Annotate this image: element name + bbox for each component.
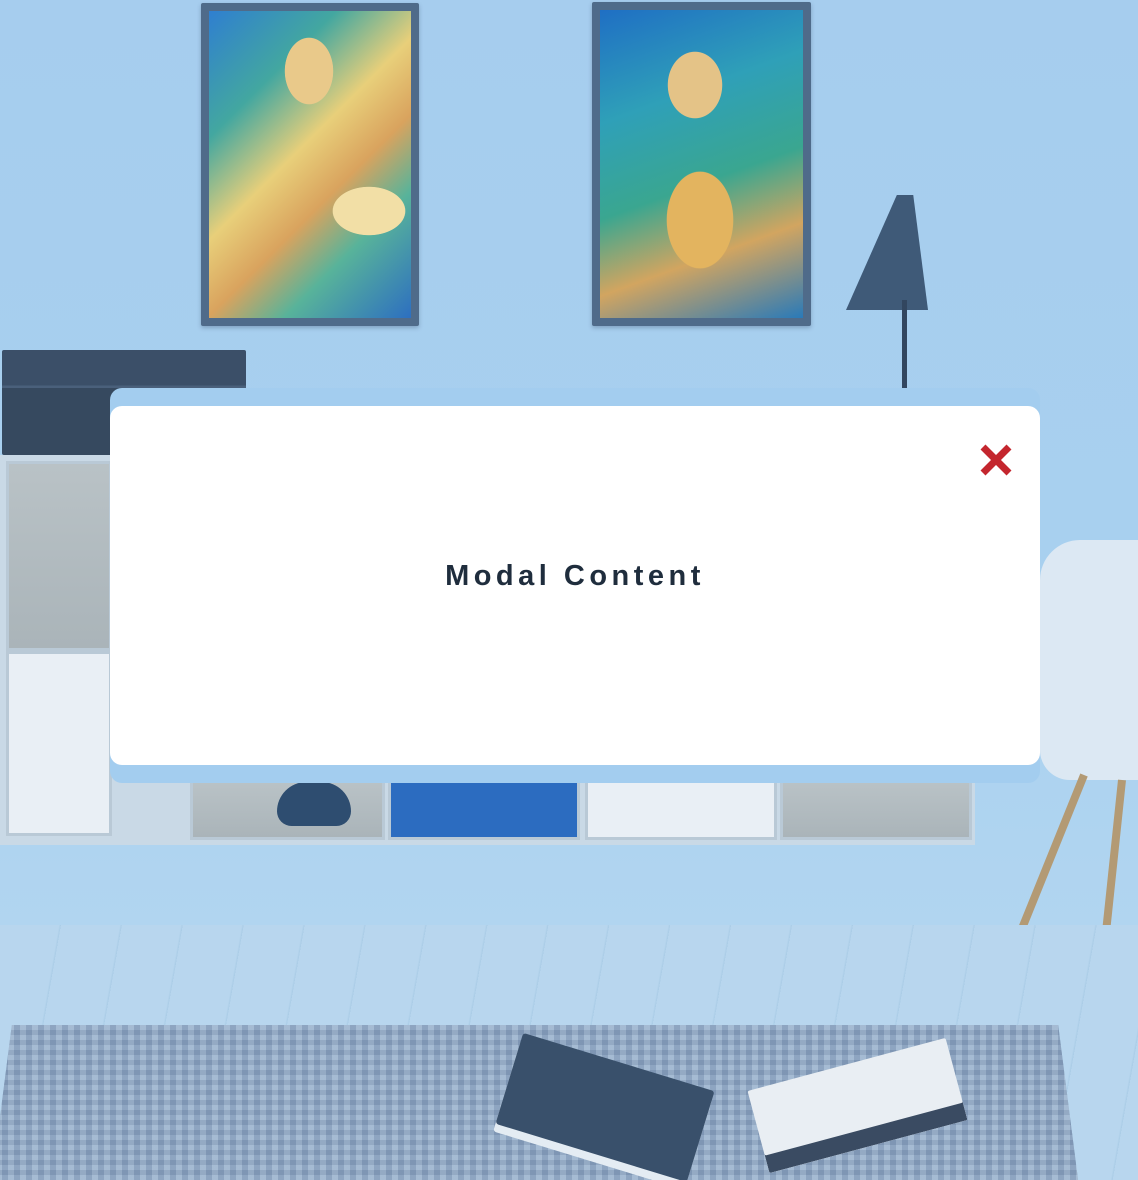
chair-seat xyxy=(1040,540,1138,780)
painting-left-canvas xyxy=(209,11,411,318)
cabinet-drawer-wood xyxy=(780,780,972,840)
painting-right xyxy=(592,2,811,326)
decor-ball xyxy=(277,782,351,826)
modal-content-text: Modal Content xyxy=(445,560,705,592)
close-icon xyxy=(980,444,1012,476)
cabinet-drawer-white xyxy=(585,780,777,840)
cabinet-door-wood xyxy=(6,461,112,651)
modal-close-button[interactable] xyxy=(976,440,1016,480)
painting-left xyxy=(201,3,419,326)
lamp-pole xyxy=(902,300,907,395)
cabinet-door-white xyxy=(6,651,112,836)
painting-right-canvas xyxy=(600,10,803,318)
page: Modal Content xyxy=(0,0,1138,1180)
cabinet-drawer-blue xyxy=(388,780,580,840)
